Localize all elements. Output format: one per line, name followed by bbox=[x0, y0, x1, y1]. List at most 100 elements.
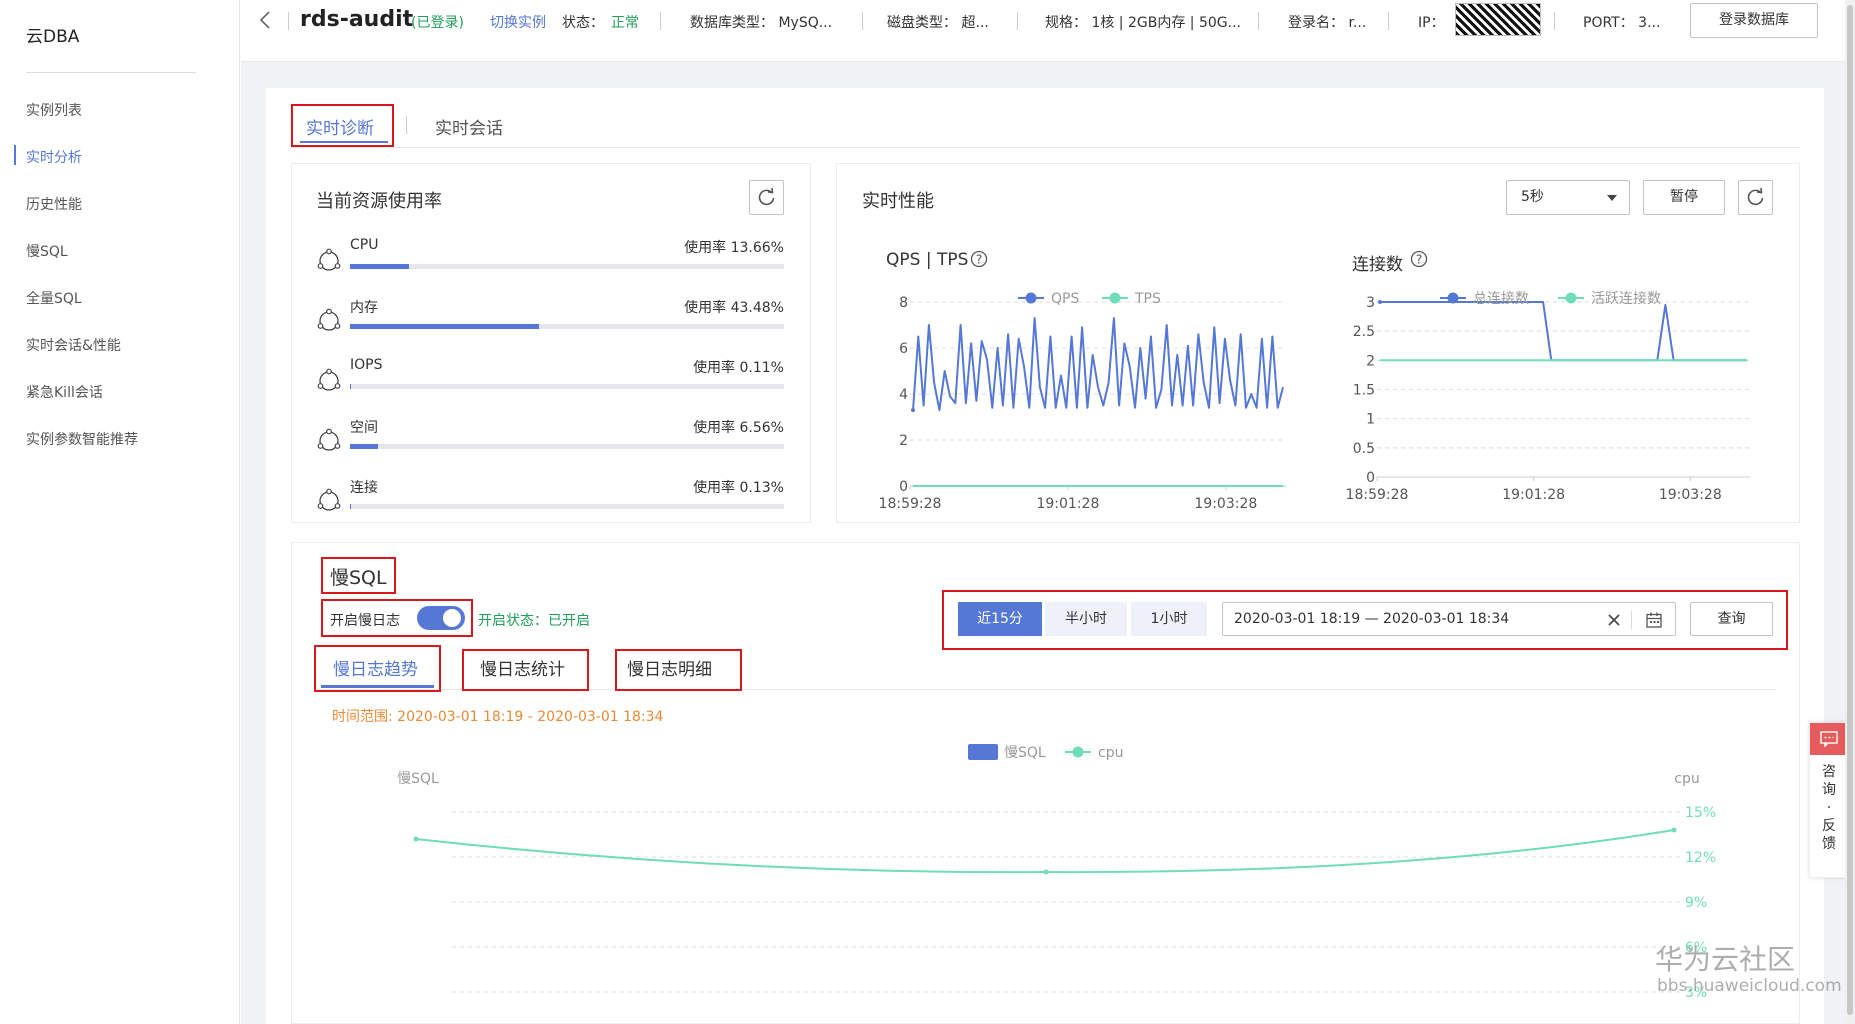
login-name: 登录名： r... bbox=[1288, 15, 1367, 31]
feedback-widget[interactable]: 咨询·反馈 bbox=[1809, 722, 1848, 878]
resource-usage-card bbox=[291, 163, 811, 523]
performance-title: 实时性能 bbox=[862, 191, 934, 212]
sidebar-item-full-sql[interactable]: 全量SQL bbox=[26, 288, 82, 308]
subtabs-divider bbox=[316, 689, 1776, 690]
slow-sql-title: 慢SQL bbox=[330, 567, 387, 589]
brand-divider bbox=[26, 72, 196, 73]
refresh-interval-select[interactable]: 5秒 bbox=[1506, 180, 1630, 215]
slow-sql-trend-chart: 慢SQL cpu慢SQL cpu15%12%9%6%3% bbox=[397, 744, 1716, 1001]
y-tick-label: 8 bbox=[899, 295, 908, 311]
subtab-slow-detail[interactable]: 慢日志明细 bbox=[627, 655, 712, 680]
feedback-head bbox=[1810, 723, 1848, 755]
resource-usage-fill bbox=[350, 324, 539, 329]
resource-name: 空间 bbox=[350, 420, 378, 436]
tabs-divider bbox=[290, 147, 1800, 148]
resource-usage-text: 使用率 6.56% bbox=[693, 420, 784, 436]
sidebar-item-param-recommend[interactable]: 实例参数智能推荐 bbox=[26, 429, 138, 449]
resource-icon-node bbox=[317, 443, 324, 449]
connection-chart: 0 0.5 1 1.5 2 2.5 3 18:59:28 19:01:28 19:03:28 总连接… bbox=[1346, 290, 1750, 503]
resource-icon-node bbox=[334, 443, 341, 449]
resource-icon bbox=[317, 248, 341, 271]
subtab-slow-trend[interactable]: 慢日志趋势 bbox=[333, 655, 418, 680]
slow-log-status: 开启状态：已开启 bbox=[478, 613, 590, 629]
brand-title: 云DBA bbox=[26, 27, 80, 47]
resource-name: IOPS bbox=[350, 357, 383, 373]
y-tick-label-right: 9% bbox=[1685, 895, 1707, 911]
instance-name: rds-audit bbox=[300, 7, 414, 32]
resource-icon-node bbox=[326, 488, 332, 495]
x-tick-label: 19:01:28 bbox=[1036, 496, 1099, 512]
query-button[interactable]: 查询 bbox=[1690, 602, 1773, 636]
sidebar-item-realtime-analysis[interactable]: 实时分析 bbox=[26, 147, 82, 167]
resource-icon-node bbox=[334, 323, 341, 329]
svg-text:?: ? bbox=[1416, 253, 1422, 267]
y-tick-label: 2 bbox=[899, 433, 908, 449]
ip-redacted-mask bbox=[1455, 3, 1541, 36]
range-1hour-button[interactable]: 1小时 bbox=[1131, 602, 1207, 636]
sidebar-item-slow-sql[interactable]: 慢SQL bbox=[26, 241, 68, 261]
resource-icon-node bbox=[334, 383, 341, 389]
feedback-text: 咨询·反馈 bbox=[1822, 764, 1836, 852]
chevron-left-icon[interactable] bbox=[258, 10, 272, 30]
slow-log-toggle[interactable] bbox=[417, 606, 465, 630]
help-circle-icon[interactable]: ? bbox=[970, 250, 988, 268]
sidebar-item-history-performance[interactable]: 历史性能 bbox=[26, 194, 82, 214]
tab-divider bbox=[406, 116, 407, 134]
subtab-slow-stats[interactable]: 慢日志统计 bbox=[480, 655, 565, 680]
page-scrollbar[interactable] bbox=[1845, 0, 1855, 1024]
cpu-series-point bbox=[1043, 869, 1049, 875]
sidebar-item-instance-list[interactable]: 实例列表 bbox=[26, 100, 82, 120]
port: PORT： 3... bbox=[1583, 15, 1661, 31]
x-tick-label: 19:03:28 bbox=[1659, 487, 1722, 503]
legend-label: cpu bbox=[1098, 745, 1123, 761]
resource-icon-node bbox=[317, 263, 324, 269]
y-tick-label: 0 bbox=[1366, 470, 1375, 486]
resource-icon bbox=[317, 488, 341, 511]
resource-card-title: 当前资源使用率 bbox=[316, 191, 442, 212]
resource-icon-node bbox=[317, 503, 324, 509]
resource-icon-node bbox=[317, 383, 324, 389]
scrollbar-thumb[interactable] bbox=[1847, 5, 1853, 1015]
sidebar-item-session-performance[interactable]: 实时会话&性能 bbox=[26, 335, 121, 355]
resource-refresh-button[interactable] bbox=[749, 180, 784, 215]
resource-name: 连接 bbox=[350, 480, 378, 496]
svg-text:?: ? bbox=[976, 253, 982, 267]
clear-icon[interactable] bbox=[1607, 613, 1621, 627]
resource-icon bbox=[317, 308, 341, 331]
tab-active-underline bbox=[300, 141, 388, 143]
series-point bbox=[911, 408, 915, 413]
picker-divider bbox=[1631, 611, 1632, 629]
range-15min-button[interactable]: 近15分 bbox=[958, 602, 1042, 636]
db-type: 数据库类型： MySQ... bbox=[690, 15, 833, 31]
resource-usage-text: 使用率 0.11% bbox=[693, 360, 784, 376]
resource-icon-node bbox=[326, 308, 332, 315]
y-tick-label: 3 bbox=[1366, 295, 1375, 311]
switch-instance-link[interactable]: 切换实例 bbox=[490, 12, 546, 32]
resource-icon bbox=[317, 368, 341, 391]
login-db-button[interactable]: 登录数据库 bbox=[1690, 3, 1818, 38]
y-tick-label: 1.5 bbox=[1353, 383, 1375, 399]
resource-icon bbox=[317, 428, 341, 451]
pause-button[interactable]: 暂停 bbox=[1643, 180, 1725, 215]
active-nav-indicator bbox=[14, 145, 16, 165]
resource-icon-node bbox=[334, 503, 341, 509]
time-range-text: 时间范围: 2020-03-01 18:19 - 2020-03-01 18:3… bbox=[332, 709, 664, 725]
login-state: (已登录) bbox=[411, 15, 464, 31]
range-half-hour-button[interactable]: 半小时 bbox=[1045, 602, 1127, 636]
resource-usage-track bbox=[350, 264, 784, 269]
legend-swatch-dot bbox=[1447, 292, 1459, 304]
y-tick-label: 4 bbox=[899, 387, 908, 403]
legend-swatch-dot bbox=[1109, 292, 1121, 304]
y-tick-label: 0.5 bbox=[1353, 441, 1375, 457]
cpu-series-line bbox=[415, 829, 1675, 874]
calendar-icon[interactable] bbox=[1645, 611, 1663, 629]
resource-usage-fill bbox=[350, 504, 351, 509]
resource-usage-text: 使用率 43.48% bbox=[684, 300, 784, 316]
tab-realtime-session[interactable]: 实时会话 bbox=[435, 114, 503, 139]
sidebar-item-kill-session[interactable]: 紧急Kill会话 bbox=[26, 382, 103, 402]
tab-realtime-diagnosis[interactable]: 实时诊断 bbox=[306, 114, 374, 139]
help-circle-icon[interactable]: ? bbox=[1410, 250, 1428, 268]
resource-usage-track bbox=[350, 444, 784, 449]
performance-refresh-button[interactable] bbox=[1738, 180, 1773, 215]
date-range-picker[interactable]: 2020-03-01 18:19 — 2020-03-01 18:34 bbox=[1222, 602, 1676, 636]
